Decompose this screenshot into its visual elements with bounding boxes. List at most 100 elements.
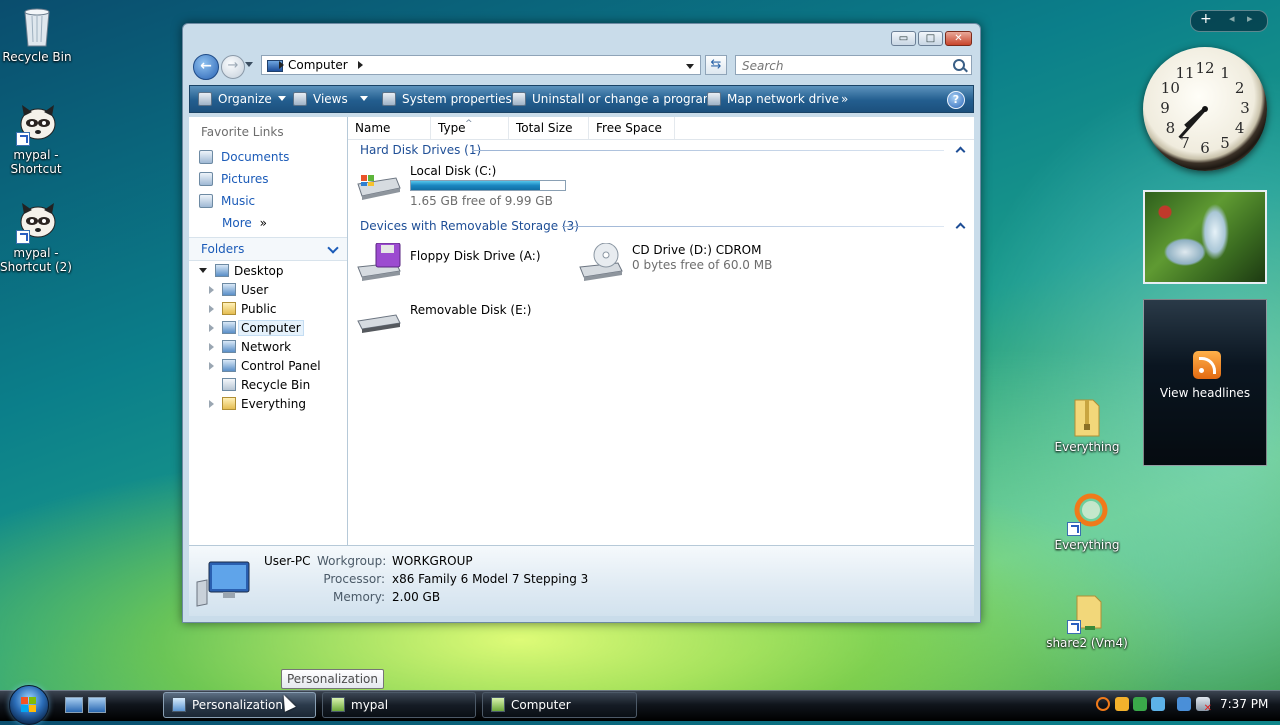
taskbar-button-computer[interactable]: Computer bbox=[482, 692, 637, 718]
group-header-hard-disk-drives[interactable]: Hard Disk Drives (1) bbox=[360, 141, 481, 159]
sidebar-gadget-controls: + ◂ ▸ bbox=[1190, 10, 1268, 32]
update-tray-icon[interactable] bbox=[1133, 697, 1147, 711]
forward-button[interactable]: → bbox=[221, 55, 245, 79]
favorite-link-pictures[interactable]: Pictures bbox=[199, 170, 269, 188]
everything-tray-icon[interactable] bbox=[1096, 697, 1110, 711]
drive-local-disk-c[interactable]: Local Disk (C:) 1.65 GB free of 9.99 GB bbox=[356, 164, 616, 210]
column-label: Total Size bbox=[516, 121, 573, 135]
add-gadget-button[interactable]: + bbox=[1200, 11, 1212, 27]
column-header-total-size[interactable]: Total Size bbox=[509, 117, 589, 139]
favorite-link-documents[interactable]: Documents bbox=[199, 148, 289, 166]
favorite-links-more[interactable]: More » bbox=[222, 214, 267, 232]
views-label: Views bbox=[313, 92, 348, 106]
chevron-down-icon bbox=[277, 96, 286, 101]
more-commands-button[interactable]: » bbox=[841, 86, 848, 112]
tree-item-recycle-bin[interactable]: Recycle Bin bbox=[222, 376, 310, 395]
desktop-icon-share2[interactable]: share2 (Vm4) bbox=[1044, 590, 1130, 650]
navigation-pane: Favorite Links Documents Pictures Music … bbox=[189, 117, 348, 545]
back-button[interactable]: ← bbox=[193, 54, 219, 80]
search-icon[interactable] bbox=[953, 59, 965, 71]
desktop-icon-mypal-shortcut-2[interactable]: mypal - Shortcut (2) bbox=[0, 200, 79, 274]
help-button[interactable]: ? bbox=[947, 91, 965, 109]
show-desktop-icon[interactable] bbox=[65, 697, 83, 713]
tree-item-public[interactable]: Public bbox=[209, 300, 277, 319]
tree-item-user[interactable]: User bbox=[209, 281, 268, 300]
address-dropdown-icon[interactable] bbox=[686, 64, 694, 69]
column-label: Name bbox=[355, 121, 391, 135]
forward-arrow-icon: → bbox=[227, 58, 239, 73]
breadcrumb-computer[interactable]: Computer bbox=[288, 58, 348, 72]
tree-item-computer[interactable]: Computer bbox=[209, 319, 304, 338]
collapse-group-icon[interactable] bbox=[955, 222, 966, 233]
taskbar-button-mypal[interactable]: mypal bbox=[322, 692, 476, 718]
views-icon bbox=[293, 92, 307, 106]
refresh-button[interactable]: ⇆ bbox=[705, 55, 727, 75]
search-box[interactable] bbox=[735, 55, 972, 75]
tree-item-everything[interactable]: Everything bbox=[209, 395, 306, 414]
network-tray-icon[interactable] bbox=[1177, 697, 1191, 711]
slide-show-gadget[interactable] bbox=[1143, 190, 1267, 284]
previous-gadgets-button[interactable]: ◂ bbox=[1229, 12, 1235, 25]
everything-search-icon bbox=[1065, 492, 1109, 536]
favorite-link-music[interactable]: Music bbox=[199, 192, 255, 210]
tree-item-desktop[interactable]: Desktop bbox=[199, 262, 284, 281]
collapsed-arrow-icon[interactable] bbox=[209, 305, 214, 313]
collapsed-arrow-icon[interactable] bbox=[209, 343, 214, 351]
desktop-icon-everything-folder[interactable]: Everything bbox=[1044, 394, 1130, 454]
desktop-icon-label: Everything bbox=[1054, 538, 1120, 552]
desktop-icon-recycle-bin[interactable]: Recycle Bin bbox=[0, 4, 80, 64]
collapsed-arrow-icon[interactable] bbox=[209, 400, 214, 408]
tree-item-control-panel[interactable]: Control Panel bbox=[209, 357, 321, 376]
address-bar[interactable]: Computer bbox=[261, 55, 701, 75]
system-properties-button[interactable]: System properties bbox=[382, 86, 512, 112]
taskbar-button-label: Personalization bbox=[192, 698, 283, 712]
collapsed-arrow-icon[interactable] bbox=[209, 362, 214, 370]
drive-name: Local Disk (C:) bbox=[410, 164, 497, 178]
taskbar-tooltip: Personalization bbox=[281, 669, 384, 689]
view-headlines-link[interactable]: View headlines bbox=[1144, 386, 1266, 400]
column-header-name[interactable]: Name bbox=[348, 117, 431, 139]
desktop-icon-label: share2 (Vm4) bbox=[1046, 636, 1128, 650]
switch-windows-icon[interactable] bbox=[88, 697, 106, 713]
collapsed-arrow-icon[interactable] bbox=[209, 286, 214, 294]
folders-header[interactable]: Folders bbox=[189, 237, 347, 261]
feed-headlines-gadget[interactable]: View headlines bbox=[1143, 299, 1267, 466]
drive-floppy-a[interactable]: Floppy Disk Drive (A:) bbox=[356, 242, 566, 285]
clock-gadget[interactable]: 12 1 2 3 4 5 6 7 8 9 10 11 bbox=[1143, 47, 1267, 171]
volume-muted-icon[interactable]: ✕ bbox=[1196, 697, 1212, 714]
tree-item-label: Public bbox=[241, 302, 277, 316]
vm-tray-icon[interactable] bbox=[1151, 697, 1165, 711]
next-gadgets-button[interactable]: ▸ bbox=[1247, 12, 1253, 25]
group-header-removable-storage[interactable]: Devices with Removable Storage (3) bbox=[360, 217, 579, 235]
clock-number: 12 bbox=[1195, 59, 1215, 77]
recent-pages-dropdown[interactable] bbox=[245, 62, 253, 67]
taskbar-clock[interactable]: 7:37 PM bbox=[1220, 697, 1268, 711]
drive-removable-e[interactable]: Removable Disk (E:) bbox=[356, 297, 566, 337]
map-network-drive-button[interactable]: Map network drive bbox=[707, 86, 839, 112]
drive-cd-d[interactable]: CD Drive (D:) CDROM 0 bytes free of 60.0… bbox=[578, 242, 818, 285]
title-bar[interactable] bbox=[183, 24, 980, 50]
refresh-icon: ⇆ bbox=[710, 57, 722, 72]
organize-button[interactable]: Organize bbox=[198, 86, 286, 112]
breadcrumb-separator-icon[interactable] bbox=[358, 61, 363, 69]
tree-item-network[interactable]: Network bbox=[209, 338, 291, 357]
favorite-links-heading: Favorite Links bbox=[201, 125, 284, 139]
start-button[interactable] bbox=[9, 685, 49, 725]
collapsed-arrow-icon[interactable] bbox=[209, 324, 214, 332]
column-header-type[interactable]: ^ Type bbox=[431, 117, 509, 139]
collapse-group-icon[interactable] bbox=[955, 146, 966, 157]
views-button[interactable]: Views bbox=[293, 86, 368, 112]
tree-item-label: Desktop bbox=[234, 264, 284, 278]
uninstall-program-button[interactable]: Uninstall or change a program bbox=[512, 86, 715, 112]
desktop-icon-everything-shortcut[interactable]: Everything bbox=[1044, 492, 1130, 552]
expanded-arrow-icon[interactable] bbox=[199, 268, 207, 273]
close-button[interactable]: ✕ bbox=[945, 31, 972, 46]
computer-icon bbox=[222, 321, 236, 334]
maximize-button[interactable]: □ bbox=[918, 31, 943, 46]
search-input[interactable] bbox=[740, 57, 944, 75]
security-tray-icon[interactable] bbox=[1115, 697, 1129, 711]
mypal-window-icon bbox=[331, 697, 345, 712]
column-header-free-space[interactable]: Free Space bbox=[589, 117, 675, 139]
desktop-icon-mypal-shortcut[interactable]: mypal - Shortcut bbox=[0, 102, 79, 176]
minimize-button[interactable]: ▭ bbox=[891, 31, 916, 46]
